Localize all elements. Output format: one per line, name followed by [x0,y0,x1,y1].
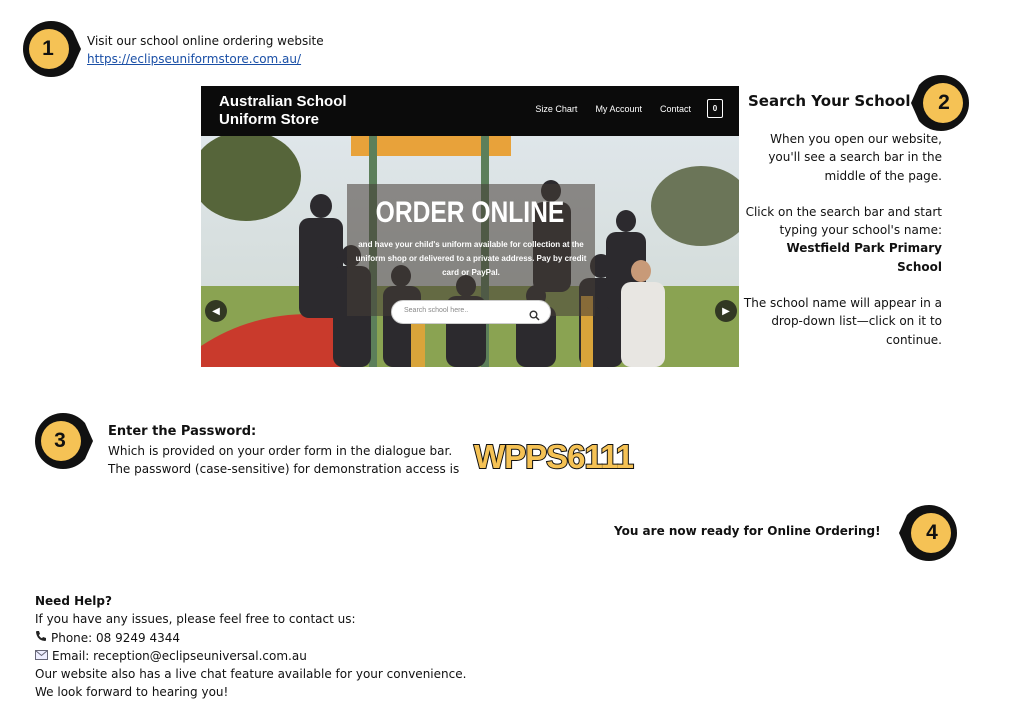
password-text: WPPS6111 [474,438,634,475]
step-1-instruction: Visit our school online ordering website [87,34,324,48]
hero-image: ORDER ONLINE and have your child's unifo… [201,131,739,367]
website-screenshot: ORDER ONLINE and have your child's unifo… [201,86,739,367]
step-4-badge: 4 [898,502,960,564]
step-2-instruction: Click on the search bar and start typing… [745,204,942,238]
step-3-line-2: The password (case-sensitive) for demons… [108,462,460,476]
demo-password: WPPS6111 [472,436,642,480]
step-1-badge: 1 [20,18,82,80]
carousel-next-arrow-icon[interactable]: ▶ [715,300,737,322]
hero-title: ORDER ONLINE [375,196,565,229]
step-3-line-1: Which is provided on your order form in … [108,444,453,458]
help-email-line: Email: reception@eclipseuniversal.com.au [35,647,466,665]
step-1-number: 1 [42,37,54,60]
step-3-badge: 3 [32,410,94,472]
step-2-number: 2 [938,91,950,114]
cart-count: 0 [712,104,718,113]
help-chat: Our website also has a live chat feature… [35,667,467,682]
search-placeholder: Search school here.. [404,307,469,314]
nav-my-account[interactable]: My Account [595,104,642,114]
step-2-paragraph-2: Click on the search bar and start typing… [740,203,942,276]
carousel-prev-arrow-icon[interactable]: ◀ [205,300,227,322]
phone-icon [35,629,47,647]
site-header: Australian School Uniform Store Size Cha… [201,86,739,136]
help-title: Need Help? [35,594,112,608]
step-2-paragraph-1: When you open our website, you'll see a … [768,132,942,183]
nav-contact[interactable]: Contact [660,104,691,114]
step-2-badge: 2 [910,72,972,134]
envelope-icon [35,647,48,665]
help-intro: If you have any issues, please feel free… [35,612,356,627]
cart-icon[interactable]: 0 [707,99,723,118]
search-icon[interactable] [529,306,540,325]
help-section: Need Help? If you have any issues, pleas… [35,592,466,702]
store-website-link[interactable]: https://eclipseuniformstore.com.au/ [87,50,324,68]
school-name: Westfield Park Primary School [786,241,942,274]
nav-size-chart[interactable]: Size Chart [535,104,577,114]
site-nav: Size Chart My Account Contact [535,104,691,114]
step-1-text: Visit our school online ordering website… [87,32,324,68]
step-4-text: You are now ready for Online Ordering! [614,524,881,538]
help-phone[interactable]: Phone: 08 9249 4344 [51,629,180,647]
step-3-number: 3 [54,429,66,452]
help-phone-line: Phone: 08 9249 4344 [35,629,466,647]
step-2-title: Search Your School [748,92,911,110]
step-3-title: Enter the Password: [108,424,257,439]
hero-subtitle: and have your child's uniform available … [355,240,587,277]
site-brand[interactable]: Australian School Uniform Store [219,93,347,129]
step-2-paragraph-3: The school name will appear in a drop-do… [743,296,942,347]
step-4-number: 4 [926,521,938,544]
step-2-body: When you open our website, you'll see a … [740,130,942,367]
help-email[interactable]: Email: reception@eclipseuniversal.com.au [52,647,307,665]
school-search-bar[interactable]: Search school here.. [391,300,551,324]
help-closing: We look forward to hearing you! [35,685,229,700]
